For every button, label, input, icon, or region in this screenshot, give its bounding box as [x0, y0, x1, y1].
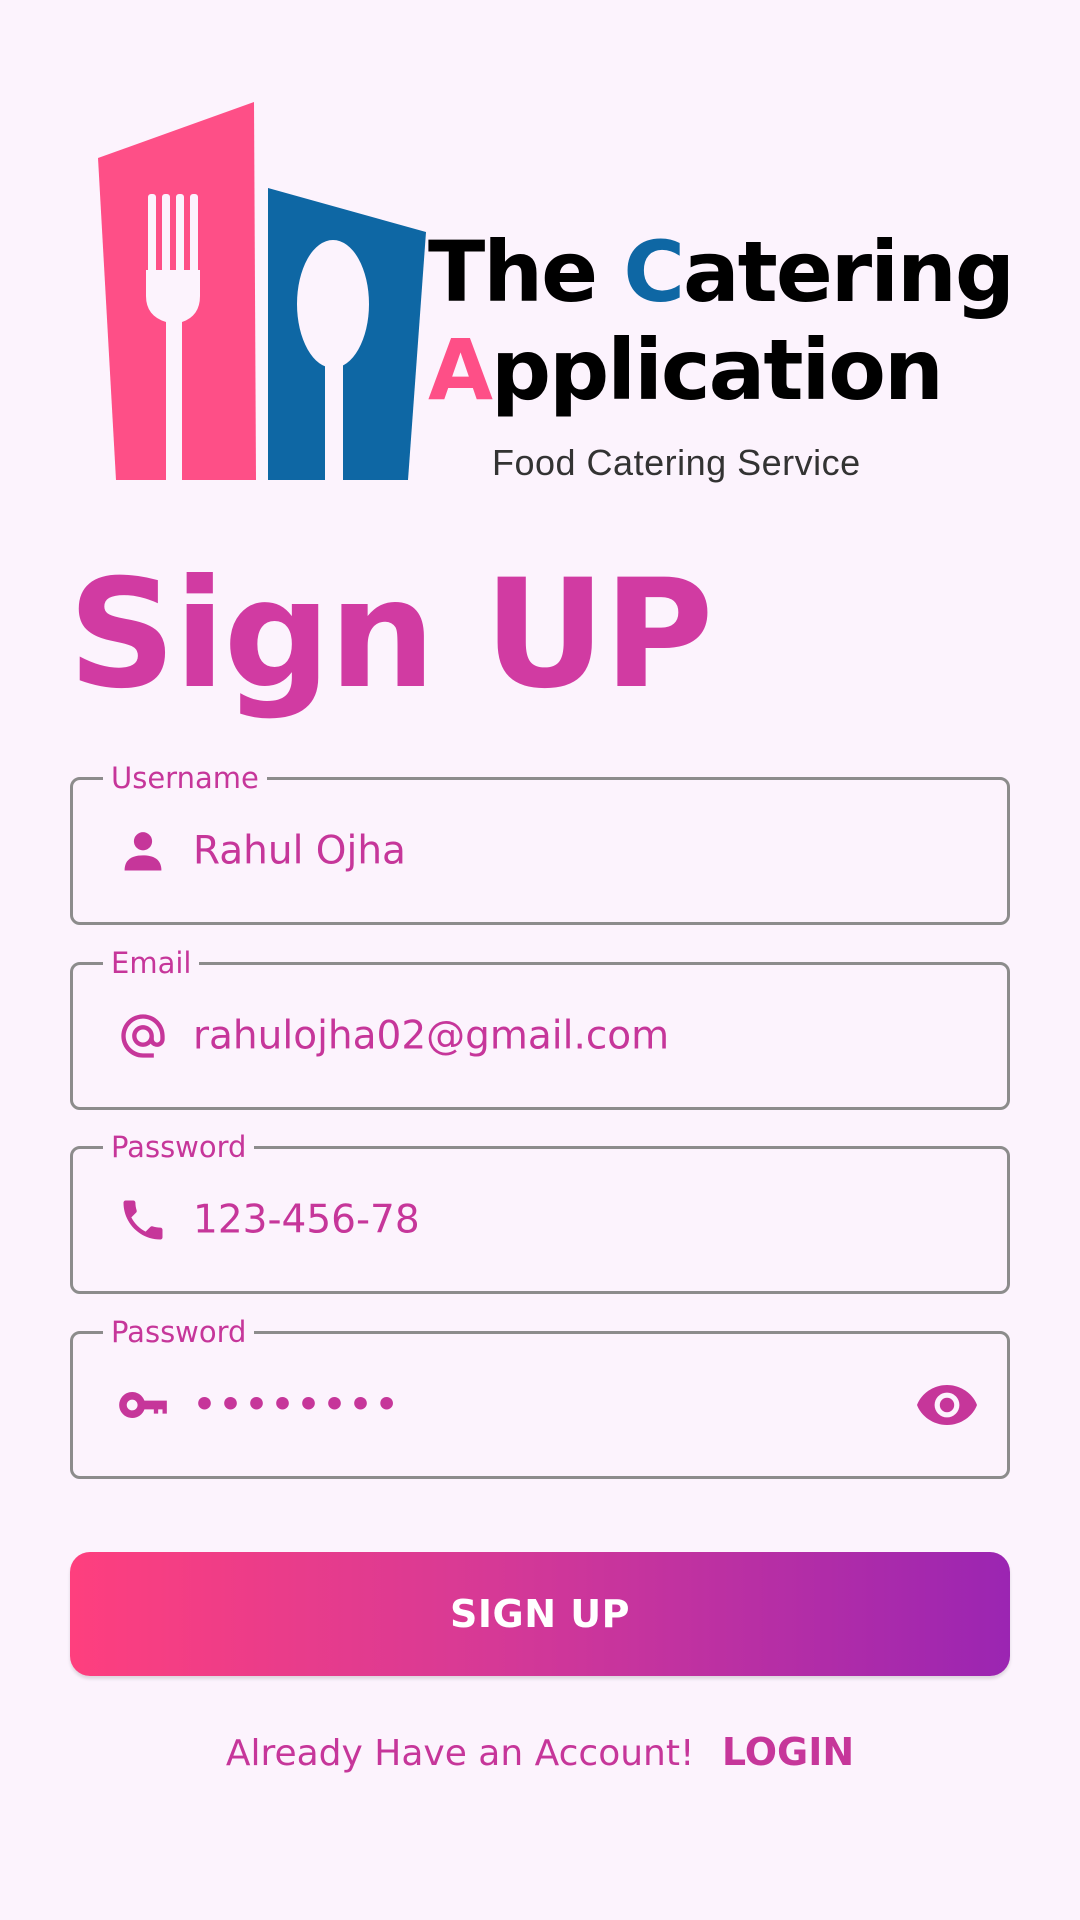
person-icon — [124, 832, 162, 871]
phone-label: Password — [103, 1127, 255, 1167]
page-title: Sign UP — [68, 548, 714, 722]
key-icon — [119, 1392, 167, 1418]
phone-icon — [123, 1200, 163, 1240]
password-input[interactable]: •••••••• — [193, 1385, 401, 1426]
sign-up-button[interactable]: SIGN UP — [70, 1552, 1010, 1676]
password-label: Password — [103, 1312, 255, 1352]
eye-icon[interactable] — [915, 1383, 979, 1427]
login-prompt-text: Already Have an Account! — [225, 1733, 695, 1774]
brand-name-line1: The Catering — [428, 223, 1015, 321]
username-field[interactable]: Username Rahul Ojha — [70, 758, 1010, 925]
at-sign-icon — [121, 1014, 165, 1058]
email-input[interactable]: rahulojha02@gmail.com — [193, 1014, 669, 1059]
login-link[interactable]: LOGIN — [722, 1730, 854, 1774]
app-logo: The Catering Application Food Catering S… — [96, 100, 1015, 483]
logo-mark — [98, 102, 426, 480]
username-label: Username — [103, 758, 267, 798]
brand-name-line2: Application — [428, 321, 944, 419]
username-input[interactable]: Rahul Ojha — [193, 829, 406, 874]
email-field[interactable]: Email rahulojha02@gmail.com — [70, 943, 1010, 1110]
phone-input[interactable]: 123-456-78 — [193, 1198, 420, 1243]
password-field[interactable]: Password •••••••• — [70, 1312, 1010, 1479]
login-prompt: Already Have an Account! LOGIN — [0, 1730, 1080, 1774]
email-label: Email — [103, 943, 200, 983]
brand-tagline: Food Catering Service — [492, 442, 861, 483]
phone-field[interactable]: Password 123-456-78 — [70, 1127, 1010, 1294]
